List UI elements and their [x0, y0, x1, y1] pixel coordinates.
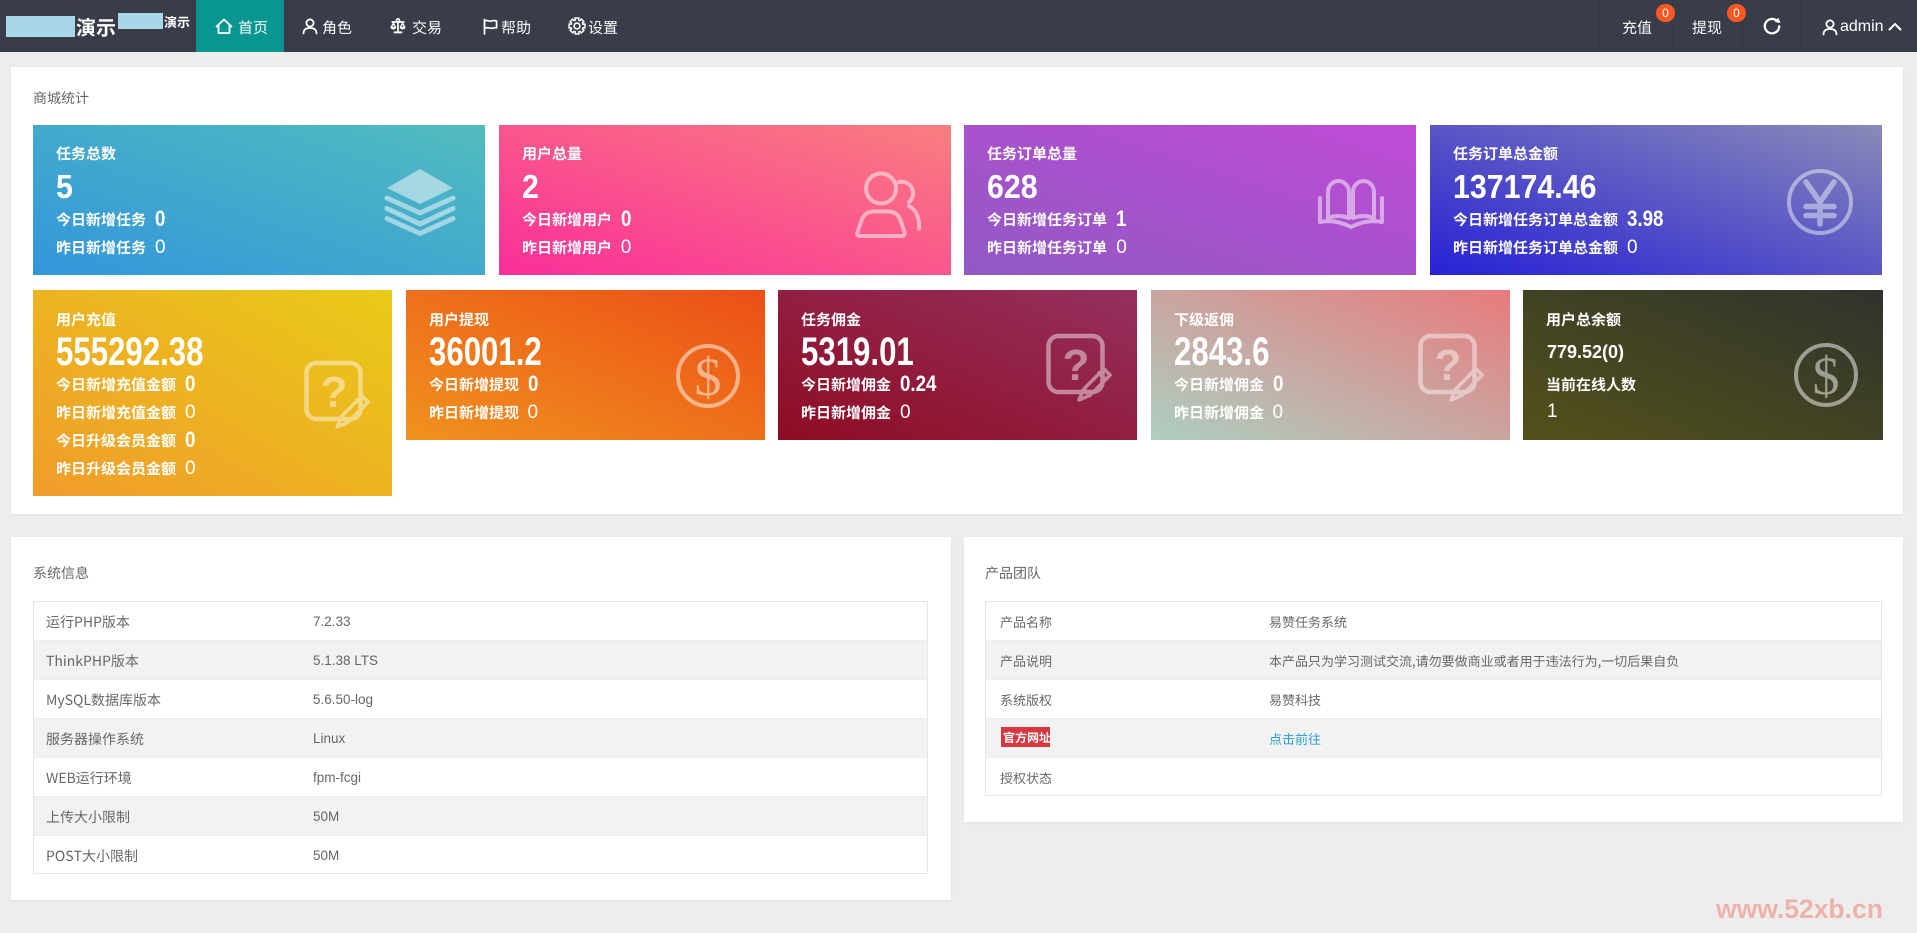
- svg-text:?: ?: [321, 368, 348, 417]
- svg-text:?: ?: [1063, 341, 1090, 390]
- svg-text:$: $: [695, 347, 722, 407]
- svg-text:$: $: [1813, 346, 1840, 406]
- svg-text:?: ?: [1435, 341, 1462, 390]
